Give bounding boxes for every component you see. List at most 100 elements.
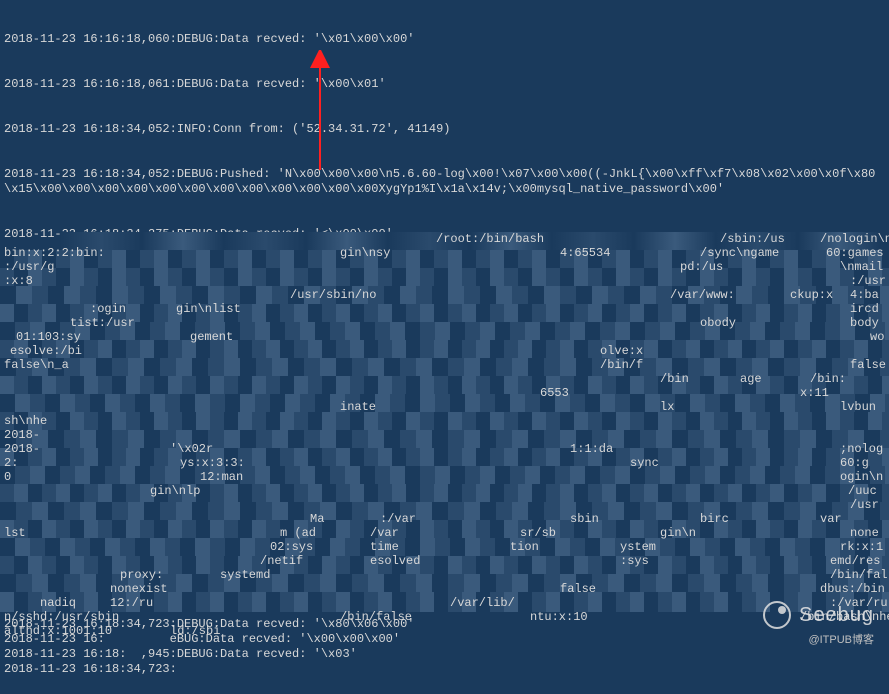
text-fragment: tist:/usr xyxy=(70,316,135,331)
text-fragment: 2018- xyxy=(4,442,40,457)
text-fragment: lvbun xyxy=(840,400,876,415)
text-fragment: gin\n xyxy=(660,526,696,541)
text-fragment: :/usr xyxy=(850,274,886,289)
text-fragment: \nmail xyxy=(840,260,883,275)
log-line: 2018-11-23 16:18:34,723: xyxy=(4,662,885,677)
text-fragment: gin\nlist xyxy=(176,302,241,317)
text-fragment: '\x02r xyxy=(170,442,213,457)
text-fragment: rk:x:1 xyxy=(840,540,883,555)
text-fragment: esolve:/bi xyxy=(10,344,82,359)
text-fragment: /sbin:/us xyxy=(720,232,785,247)
text-fragment: /var/www: xyxy=(670,288,735,303)
text-fragment: ckup:x xyxy=(790,288,833,303)
attribution-text: @ITPUB博客 xyxy=(808,633,874,648)
text-fragment: lst xyxy=(4,526,26,541)
text-fragment: 6553 xyxy=(540,386,569,401)
text-fragment: /netif xyxy=(260,554,303,569)
text-fragment: :x:8 xyxy=(4,274,33,289)
text-fragment: wo xyxy=(870,330,884,345)
text-fragment: 0 xyxy=(4,470,11,485)
text-fragment: pd:/us xyxy=(680,260,723,275)
text-fragment: emd/res xyxy=(830,554,880,569)
text-fragment: gement xyxy=(190,330,233,345)
text-fragment: /bin/f xyxy=(600,358,643,373)
text-fragment: ystem xyxy=(620,540,656,555)
text-fragment: 2018- xyxy=(4,428,40,443)
text-fragment: 4:65534 xyxy=(560,246,610,261)
text-fragment: 4:ba xyxy=(850,288,879,303)
text-fragment: 2: xyxy=(4,456,18,471)
text-fragment: :/var xyxy=(380,512,416,527)
text-fragment: false\n_a xyxy=(4,358,69,373)
text-fragment: var xyxy=(820,512,842,527)
text-fragment: 02:sys xyxy=(270,540,313,555)
text-fragment: /bin/false xyxy=(340,610,412,625)
text-fragment: /usr xyxy=(850,498,879,513)
text-fragment: Ma xyxy=(310,512,324,527)
text-fragment: /bin xyxy=(660,372,689,387)
text-fragment: lx xyxy=(660,400,674,415)
log-line: 2018-11-23 16:16:18,061:DEBUG:Data recve… xyxy=(4,77,885,92)
watermark: Seebug xyxy=(763,601,874,629)
text-fragment: /var xyxy=(370,526,399,541)
text-fragment: tion xyxy=(510,540,539,555)
text-fragment: esolved xyxy=(370,554,420,569)
text-fragment: obody xyxy=(700,316,736,331)
text-fragment: age xyxy=(740,372,762,387)
watermark-brand: Seebug xyxy=(799,608,874,623)
text-fragment: /nologin\n xyxy=(820,232,889,247)
log-line: 2018-11-23 16:18:34,275:DEBUG:Data recve… xyxy=(4,272,885,317)
text-fragment: proxy: xyxy=(120,568,163,583)
log-line: 2018-11-23 16:18:34,052:DEBUG:Pushed: 'N… xyxy=(4,167,885,197)
text-fragment: /bin: xyxy=(810,372,846,387)
log-line: 2018-11-23 16: eBUG:Data recved: '\x00\x… xyxy=(4,632,400,647)
text-fragment: /sync\ngame xyxy=(700,246,779,261)
text-fragment: none xyxy=(850,526,879,541)
text-fragment: 60:g xyxy=(840,456,869,471)
text-fragment: gin\nsy xyxy=(340,246,390,261)
text-fragment: :sys xyxy=(620,554,649,569)
text-fragment: 01:103:sy xyxy=(16,330,81,345)
text-fragment: sbin xyxy=(570,512,599,527)
text-fragment: ircd xyxy=(850,302,879,317)
text-fragment: ;nolog xyxy=(840,442,883,457)
log-line: 2018-11-23 16:18: ,945:DEBUG:Data recved… xyxy=(4,647,400,662)
text-fragment: sr/sb xyxy=(520,526,556,541)
text-fragment: inate xyxy=(340,400,376,415)
bottom-log-lines: 2018-11-23 16: eBUG:Data recved: '\x00\x… xyxy=(4,632,400,662)
text-fragment: ys:x:3:3: xyxy=(180,456,245,471)
text-fragment: sh\nhe xyxy=(4,414,47,429)
seebug-logo-icon xyxy=(763,601,791,629)
text-fragment: /usr/sbin/no xyxy=(290,288,376,303)
text-fragment: body xyxy=(850,316,879,331)
text-fragment: sync xyxy=(630,456,659,471)
text-fragment: 12:/ru xyxy=(110,596,153,611)
text-fragment: olve:x xyxy=(600,344,650,359)
log-line: 2018-11-23 16:18:34,723:DEBUG:Data recve… xyxy=(4,617,885,632)
text-fragment: nonexist xyxy=(110,582,168,597)
text-fragment: dbus:/bin xyxy=(820,582,885,597)
text-fragment: ogin\n xyxy=(840,470,883,485)
text-fragment: /bin/fal xyxy=(830,568,888,583)
text-fragment: bin:x:2:2:bin: xyxy=(4,246,105,261)
log-line: 2018-11-23 16:18:34,276:INFO:Last packet xyxy=(4,392,885,407)
text-fragment: /uuc xyxy=(848,484,877,499)
text-fragment: ntu:x:10 xyxy=(530,610,588,625)
log-line: 2018-11-23 16:18:34,499:DEBUG:Data recve… xyxy=(4,437,885,452)
text-fragment: n/sshd:/usr/sbin xyxy=(4,610,119,625)
text-fragment: /root:/bin/bash xyxy=(436,232,544,247)
text-fragment: 60:games xyxy=(826,246,884,261)
text-fragment: systemd xyxy=(220,568,270,583)
text-fragment: :/usr/g xyxy=(4,260,54,275)
text-fragment: gin\nlp xyxy=(150,484,200,499)
log-line: 2018-11-23 16:18:34,275:DEBUG:Pushed: '\… xyxy=(4,347,885,362)
text-fragment: 1:1:da xyxy=(570,442,613,457)
log-line: 2018-11-23 16:18:34,499:DEBUG:Data recve… xyxy=(4,482,885,497)
log-line: 2018-11-23 16:16:18,060:DEBUG:Data recve… xyxy=(4,32,885,47)
text-fragment: 12:man xyxy=(200,470,243,485)
text-fragment: x:11 xyxy=(800,386,829,401)
text-fragment: time xyxy=(370,540,399,555)
log-line: 2018-11-23 16:18:34,499:INFO:Query xyxy=(4,527,885,542)
text-fragment: /var/lib/ xyxy=(450,596,515,611)
text-fragment: m (ad xyxy=(280,526,316,541)
